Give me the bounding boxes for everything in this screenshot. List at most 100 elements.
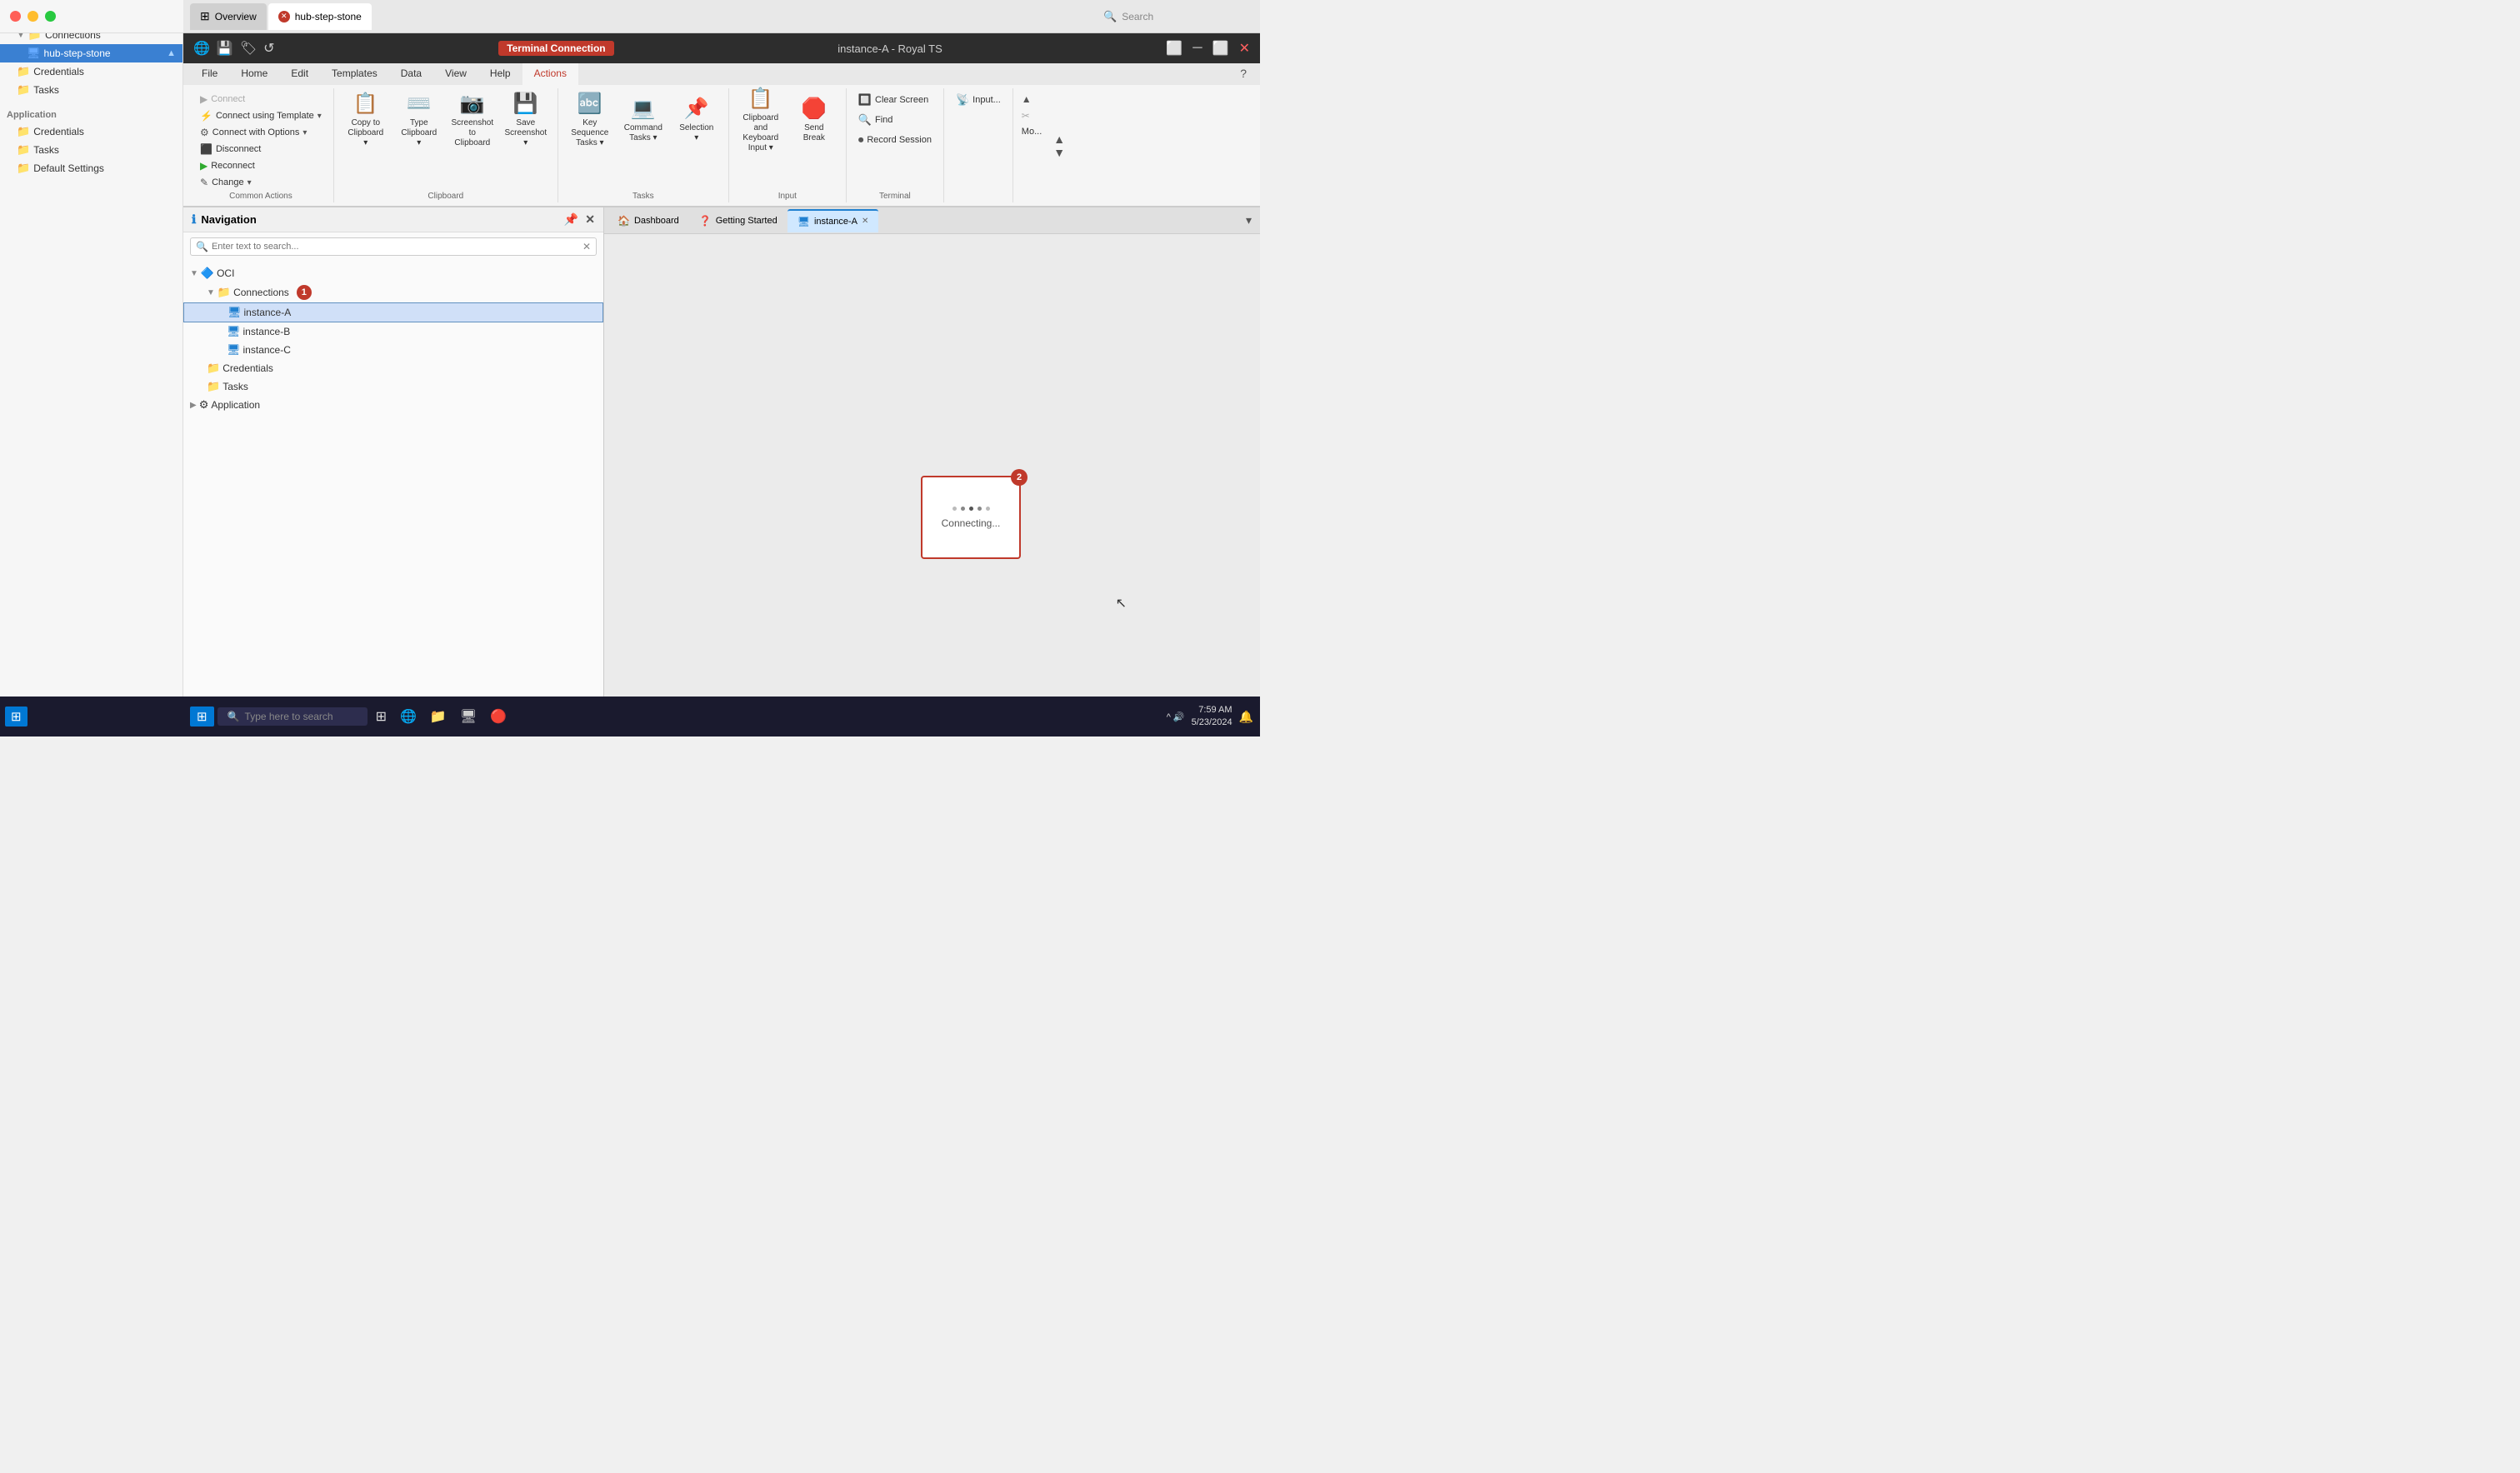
sidebar-application-header: Application: [0, 107, 182, 122]
folder-icon-cred: 📁: [17, 65, 30, 78]
copy-label: Copy to Clipboard ▾: [348, 118, 384, 148]
reconnect-btn[interactable]: ▶ Reconnect: [195, 158, 327, 173]
content-tab-dashboard[interactable]: 🏠 Dashboard: [608, 209, 689, 232]
close-btn[interactable]: ✕: [1239, 40, 1250, 57]
content-tab-close-btn[interactable]: ✕: [862, 217, 868, 226]
scroll-down-btn[interactable]: ▼: [1053, 146, 1065, 159]
restore-btn[interactable]: ⬜: [1166, 40, 1182, 57]
tab-actions[interactable]: Actions: [522, 63, 578, 85]
sidebar-item-credentials[interactable]: 📁 Credentials: [0, 62, 182, 81]
save-screenshot-btn[interactable]: 💾 Save Screenshot ▾: [501, 92, 551, 148]
notification-btn[interactable]: 🔔: [1239, 710, 1253, 724]
copy-clipboard-btn[interactable]: 📋 Copy to Clipboard ▾: [341, 92, 391, 148]
help-icon[interactable]: ?: [1233, 63, 1253, 85]
minimize-btn[interactable]: ─: [1192, 41, 1202, 56]
reconnect-label: Reconnect: [211, 161, 255, 171]
change-dropdown: ▾: [248, 178, 252, 187]
tab-templates[interactable]: Templates: [320, 63, 389, 85]
tree-instance-a[interactable]: 🖥 instance-A: [183, 302, 603, 322]
nav-search-input[interactable]: [212, 242, 579, 252]
edge-btn[interactable]: 🌐: [395, 705, 422, 728]
refresh-icon[interactable]: ↺: [263, 40, 274, 57]
save-screenshot-icon: 💾: [513, 92, 538, 116]
send-break-btn[interactable]: 🛑 Send Break: [789, 92, 839, 148]
tree-tasks[interactable]: 📁 Tasks: [183, 377, 603, 396]
dropdown-icon: ▾: [318, 112, 322, 121]
key-sequence-btn[interactable]: 🔤 Key Sequence Tasks ▾: [565, 92, 615, 148]
explorer-btn[interactable]: 📁: [425, 705, 452, 728]
nav-search-clear[interactable]: ✕: [582, 241, 591, 252]
taskview-btn[interactable]: ⊞: [371, 705, 392, 728]
input-more-btn[interactable]: 📡 Input...: [951, 92, 1006, 108]
save-icon[interactable]: 💾: [217, 40, 233, 57]
win-start-btn[interactable]: ⊞: [5, 707, 28, 727]
type-clipboard-btn[interactable]: ⌨️ Type Clipboard ▾: [394, 92, 444, 148]
sidebar-item-hub-step-stone[interactable]: 🖥 hub-step-stone ▲: [0, 44, 182, 62]
nav-search[interactable]: 🔍 ✕: [190, 237, 597, 256]
record-session-btn[interactable]: ⏺ Record Session: [853, 132, 937, 148]
connect-template-btn[interactable]: ⚡ Connect using Template ▾: [195, 108, 327, 123]
nav-pin-btn[interactable]: 📌: [564, 212, 578, 227]
nav-close-btn[interactable]: ✕: [585, 212, 595, 227]
start-btn[interactable]: ⊞: [190, 707, 214, 727]
connecting-text: Connecting...: [942, 517, 1001, 529]
ribbon-content: ▶ Connect ⚡ Connect using Template ▾ ⚙ C…: [183, 85, 1260, 207]
oracle-btn[interactable]: 🔴: [485, 705, 512, 728]
clipboard-group-label: Clipboard: [341, 190, 551, 202]
terminal-btn[interactable]: 🖥: [455, 705, 482, 728]
clipboard-keyboard-label: Clipboard and Keyboard Input ▾: [742, 113, 779, 153]
selection-btn[interactable]: 📌 Selection ▾: [672, 92, 722, 148]
tree-instance-b[interactable]: 🖥 instance-B: [183, 322, 603, 341]
change-btn[interactable]: ✎ Change ▾: [195, 175, 327, 190]
more-scissors-btn[interactable]: ✂: [1017, 108, 1047, 123]
mac-minimize-btn[interactable]: [28, 11, 38, 22]
clear-screen-btn[interactable]: 🔲 Clear Screen: [853, 92, 937, 108]
tab-data[interactable]: Data: [389, 63, 433, 85]
tab-view[interactable]: View: [433, 63, 478, 85]
tab-help[interactable]: Help: [478, 63, 522, 85]
connect-label: Connect: [211, 94, 245, 104]
maximize-btn[interactable]: ⬜: [1212, 40, 1229, 57]
connect-template-icon: ⚡: [200, 110, 212, 122]
sidebar-app-tasks[interactable]: 📁 Tasks: [0, 141, 182, 159]
sidebar-app-credentials[interactable]: 📁 Credentials: [0, 122, 182, 141]
scroll-up-btn[interactable]: ▲: [1053, 132, 1065, 146]
tree-application-label: Application: [211, 399, 260, 411]
tree-application[interactable]: ▶ ⚙ Application: [183, 396, 603, 414]
screenshot-clipboard-btn[interactable]: 📷 Screenshot to Clipboard: [448, 92, 498, 148]
mac-maximize-btn[interactable]: [45, 11, 56, 22]
tree-credentials[interactable]: 📁 Credentials: [183, 359, 603, 377]
find-btn[interactable]: 🔍 Find: [853, 112, 937, 128]
window-titlebar: 🌐 💾 🏷 ↺ Terminal Connection instance-A -…: [183, 33, 1260, 63]
collapse-up-btn[interactable]: ▲: [1017, 92, 1047, 107]
command-tasks-btn[interactable]: 💻 Command Tasks ▾: [618, 92, 668, 148]
tree-oci[interactable]: ▼ 🔷 OCI: [183, 264, 603, 282]
content-tab-getting-started[interactable]: ❓ Getting Started: [689, 209, 788, 232]
dot2: [961, 507, 965, 511]
sidebar-app-defaults[interactable]: 📁 Default Settings: [0, 159, 182, 177]
ribbon-group-input2: 📡 Input...: [944, 88, 1013, 202]
tab-hub-step-stone[interactable]: ✕ hub-step-stone: [268, 3, 372, 30]
win-search-bar[interactable]: 🔍 Type here to search: [218, 707, 368, 726]
disconnect-btn[interactable]: ⬛ Disconnect: [195, 142, 327, 157]
more-btn[interactable]: Mo...: [1017, 125, 1047, 138]
tree-connections[interactable]: ▼ 📁 Connections 1: [183, 282, 603, 302]
tab-home[interactable]: Home: [229, 63, 279, 85]
titlebar-right: ⬜ ─ ⬜ ✕: [1166, 40, 1250, 57]
tab-overview[interactable]: ⊞ Overview: [190, 3, 267, 30]
sidebar-app-credentials-label: Credentials: [33, 126, 84, 137]
tabs-more-btn[interactable]: ▾: [1241, 210, 1257, 231]
more-label: Mo...: [1022, 127, 1042, 137]
sidebar-item-tasks[interactable]: 📁 Tasks: [0, 81, 182, 99]
connecting-badge: 2: [1011, 469, 1028, 486]
content-tab-instance-a[interactable]: 🖥 instance-A ✕: [788, 209, 879, 232]
tab-edit[interactable]: Edit: [279, 63, 320, 85]
search-label[interactable]: Search: [1122, 11, 1153, 22]
mac-close-btn[interactable]: [10, 11, 21, 22]
badge-icon[interactable]: 🏷: [240, 40, 257, 57]
connect-options-btn[interactable]: ⚙ Connect with Options ▾: [195, 125, 327, 140]
content-tabs: 🏠 Dashboard ❓ Getting Started 🖥 instance…: [604, 207, 1260, 234]
tab-file[interactable]: File: [190, 63, 229, 85]
clipboard-keyboard-btn[interactable]: 📋 Clipboard and Keyboard Input ▾: [736, 92, 786, 148]
tree-instance-c[interactable]: 🖥 instance-C: [183, 341, 603, 359]
